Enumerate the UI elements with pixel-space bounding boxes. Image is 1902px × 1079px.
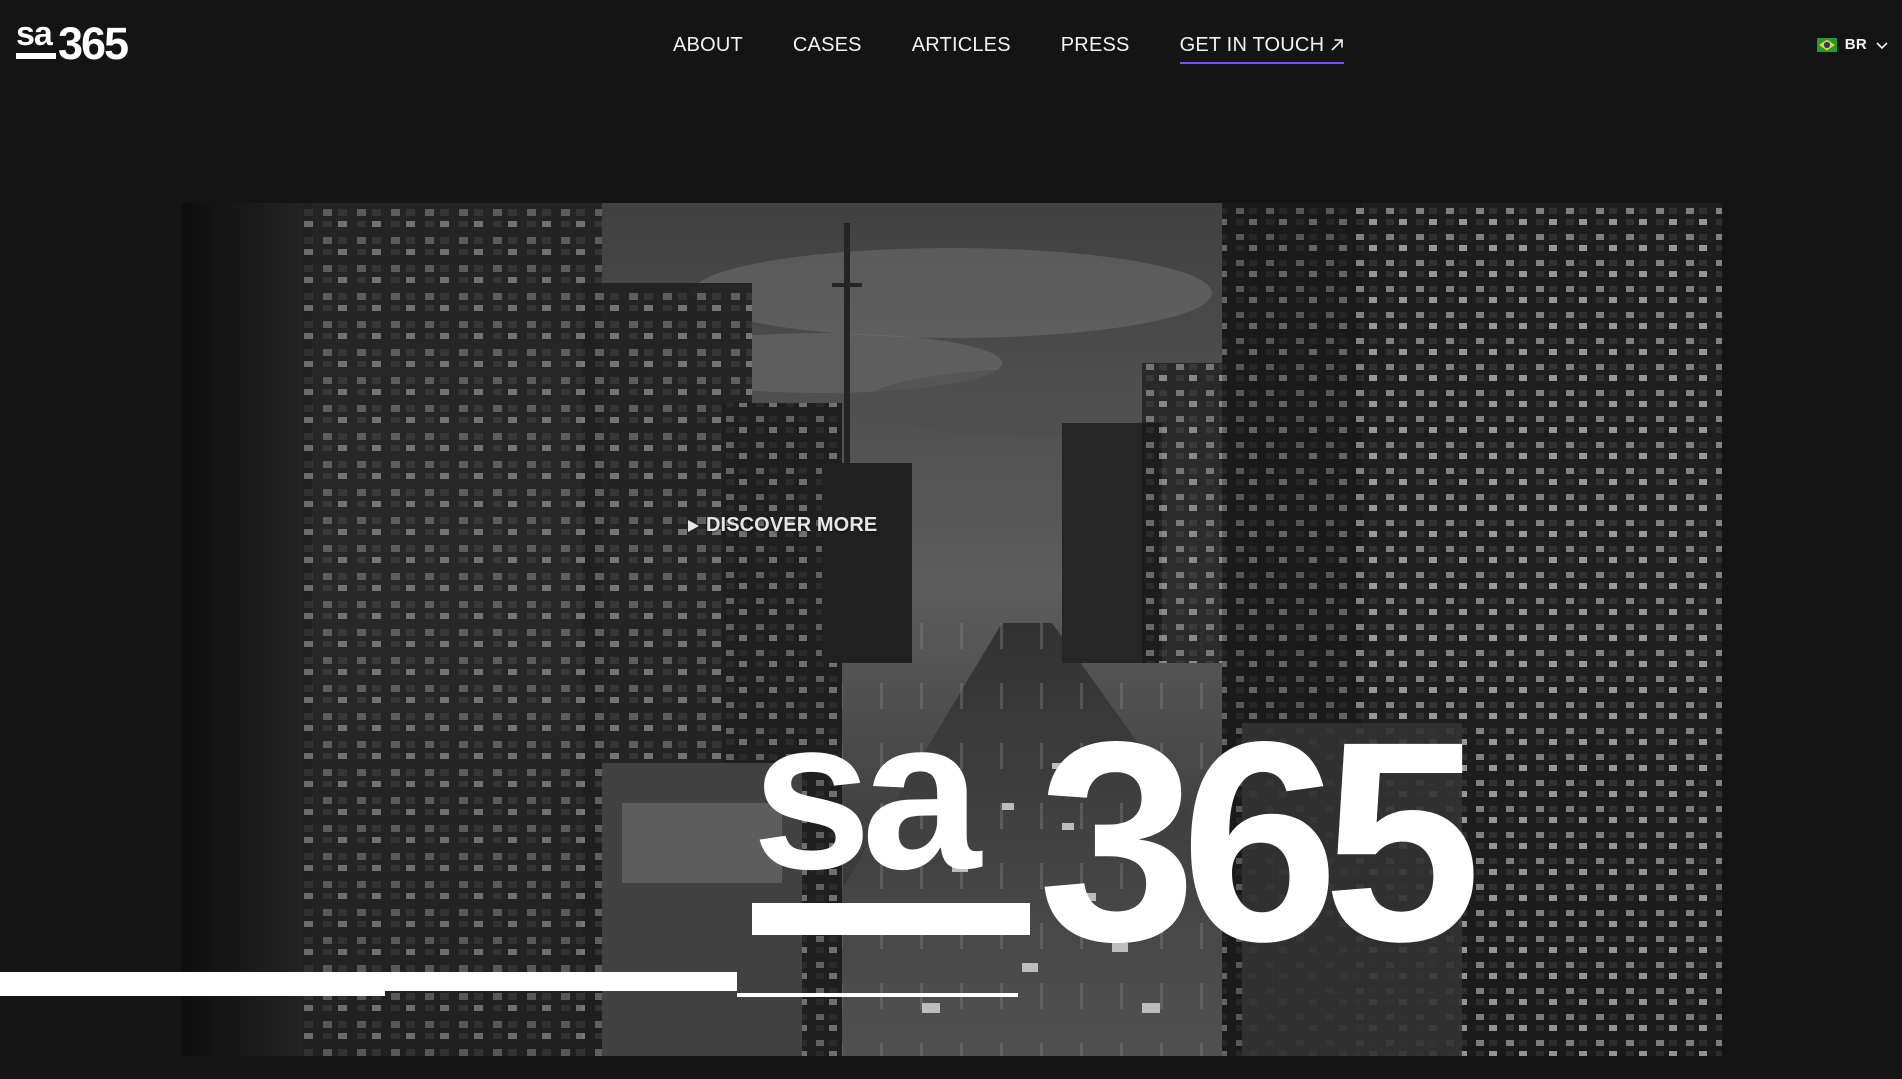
main-nav: ABOUT CASES ARTICLES PRESS GET IN TOUCH: [673, 33, 1345, 67]
sa365-hero-logo: sa 365: [752, 718, 1490, 943]
brand-logo[interactable]: sa 365: [14, 20, 154, 68]
nav-link-get-in-touch[interactable]: GET IN TOUCH: [1179, 33, 1345, 64]
nav-link-about[interactable]: ABOUT: [673, 33, 743, 62]
nav-link-press[interactable]: PRESS: [1061, 33, 1130, 62]
discover-more-button[interactable]: DISCOVER MORE: [687, 514, 877, 537]
language-selector[interactable]: BR: [1816, 36, 1889, 53]
get-in-touch-label: GET IN TOUCH: [1179, 34, 1325, 56]
progress-bar: [737, 993, 1018, 997]
page: sa 365 ABOUT CASES ARTICLES PRESS GET IN…: [0, 0, 1902, 1079]
svg-text:365: 365: [1038, 718, 1474, 943]
progress-bar: [0, 982, 385, 996]
language-code: BR: [1844, 36, 1867, 53]
video-progress-bars: [0, 968, 1020, 1000]
progress-bar: [385, 982, 737, 991]
svg-text:365: 365: [58, 20, 128, 68]
nav-link-cases[interactable]: CASES: [793, 33, 862, 62]
hero-video[interactable]: DISCOVER MORE sa 365: [182, 203, 1722, 1056]
chevron-down-icon: [1876, 41, 1888, 49]
play-icon: [688, 519, 699, 532]
nav-link-articles[interactable]: ARTICLES: [912, 33, 1011, 62]
svg-text:sa: sa: [16, 20, 54, 53]
svg-text:sa: sa: [752, 718, 983, 914]
brazil-flag-icon: [1816, 37, 1837, 52]
progress-bar: [0, 972, 737, 982]
arrow-up-right-icon: [1331, 39, 1344, 51]
discover-more-label: DISCOVER MORE: [706, 514, 878, 536]
